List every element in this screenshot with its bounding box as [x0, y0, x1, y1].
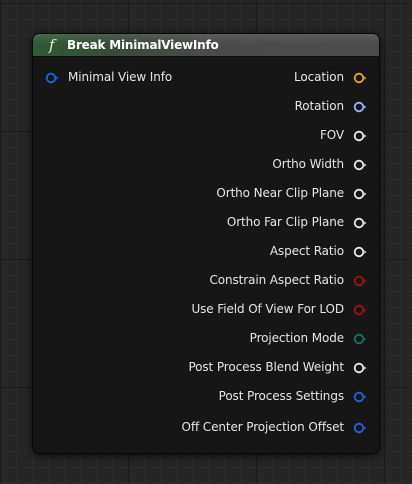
- output-pin-projection-mode[interactable]: Projection Mode: [47, 330, 367, 346]
- struct-pin-icon[interactable]: [353, 70, 367, 84]
- function-icon: f: [49, 36, 55, 54]
- struct-pin-icon[interactable]: [353, 99, 367, 113]
- float-pin-icon[interactable]: [353, 360, 367, 374]
- pin-label: Use Field Of View For LOD: [191, 302, 344, 316]
- output-pin-use-field-of-view-for-lod[interactable]: Use Field Of View For LOD: [47, 301, 367, 317]
- float-pin-icon[interactable]: [353, 215, 367, 229]
- enum-pin-icon[interactable]: [353, 331, 367, 345]
- float-pin-icon[interactable]: [353, 244, 367, 258]
- float-pin-icon[interactable]: [353, 157, 367, 171]
- pin-label: Ortho Near Clip Plane: [216, 186, 344, 200]
- pin-label: Projection Mode: [249, 331, 344, 345]
- pin-label: Off Center Projection Offset: [181, 420, 345, 434]
- bool-pin-icon[interactable]: [353, 302, 367, 316]
- node-header[interactable]: f Break MinimalViewInfo: [33, 34, 379, 57]
- output-pin-post-process-blend-weight[interactable]: Post Process Blend Weight: [47, 359, 367, 375]
- float-pin-icon[interactable]: [353, 128, 367, 142]
- node-title: Break MinimalViewInfo: [67, 38, 219, 52]
- output-pin-fov[interactable]: FOV: [47, 127, 367, 143]
- struct-pin-icon[interactable]: [353, 420, 367, 434]
- pin-label: Post Process Blend Weight: [188, 360, 344, 374]
- pin-label: Constrain Aspect Ratio: [209, 273, 344, 287]
- output-pin-ortho-far-clip-plane[interactable]: Ortho Far Clip Plane: [47, 214, 367, 230]
- pin-label: Ortho Far Clip Plane: [226, 215, 344, 229]
- pin-label: Ortho Width: [272, 157, 344, 171]
- break-minimal-view-info-node[interactable]: f Break MinimalViewInfo Minimal View Inf…: [33, 34, 379, 453]
- output-pin-ortho-near-clip-plane[interactable]: Ortho Near Clip Plane: [47, 185, 367, 201]
- output-pin-constrain-aspect-ratio[interactable]: Constrain Aspect Ratio: [47, 272, 367, 288]
- pin-label: Aspect Ratio: [269, 244, 344, 258]
- output-pin-off-center-projection-offset[interactable]: Off Center Projection Offset: [47, 419, 367, 435]
- pin-label: Rotation: [294, 99, 344, 113]
- pin-label: Location: [294, 70, 344, 84]
- float-pin-icon[interactable]: [353, 186, 367, 200]
- output-pin-aspect-ratio[interactable]: Aspect Ratio: [47, 243, 367, 259]
- pin-label: FOV: [319, 128, 344, 142]
- output-pin-location[interactable]: Location: [47, 69, 367, 85]
- struct-pin-icon[interactable]: [353, 389, 367, 403]
- output-pin-rotation[interactable]: Rotation: [47, 98, 367, 114]
- output-pin-post-process-settings[interactable]: Post Process Settings: [47, 388, 367, 404]
- output-pin-ortho-width[interactable]: Ortho Width: [47, 156, 367, 172]
- pin-label: Post Process Settings: [218, 389, 344, 403]
- bool-pin-icon[interactable]: [353, 273, 367, 287]
